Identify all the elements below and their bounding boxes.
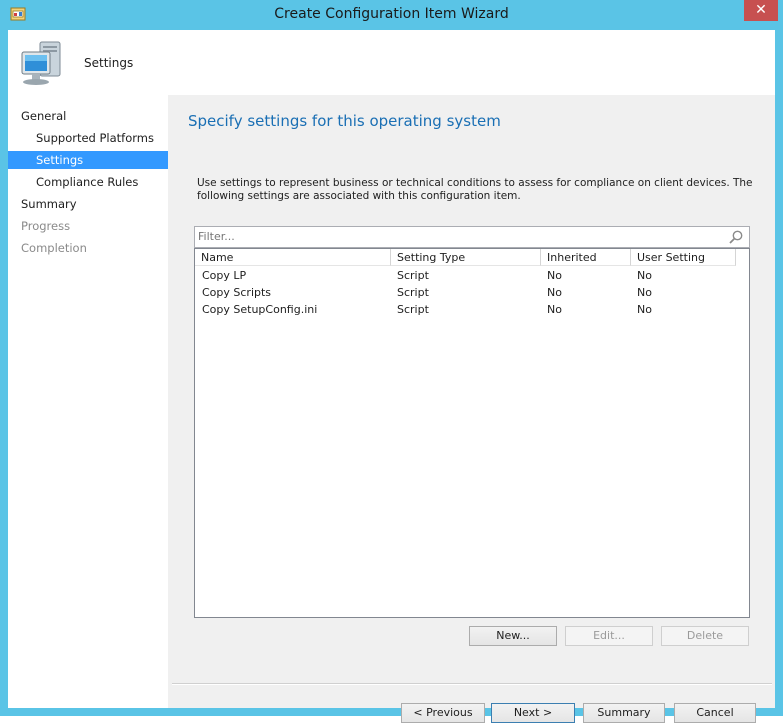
table-row[interactable]: Copy Scripts Script No No xyxy=(195,284,749,301)
wizard-content: Specify settings for this operating syst… xyxy=(168,95,775,723)
window-title: Create Configuration Item Wizard xyxy=(274,6,509,22)
nav-item-summary[interactable]: Summary xyxy=(8,195,168,213)
nav-item-compliance-rules[interactable]: Compliance Rules xyxy=(8,173,168,191)
cell-name: Copy LP xyxy=(202,269,247,282)
nav-item-progress: Progress xyxy=(21,219,71,233)
title-bar[interactable]: Create Configuration Item Wizard ✕ xyxy=(0,0,783,30)
computer-icon xyxy=(21,41,61,85)
wizard-nav: General Supported Platforms Settings Com… xyxy=(8,95,168,708)
wizard-header: Settings xyxy=(8,30,775,95)
cell-setting-type: Script xyxy=(397,303,429,316)
nav-item-supported-platforms[interactable]: Supported Platforms xyxy=(8,129,168,147)
wizard-window: Create Configuration Item Wizard ✕ Setti… xyxy=(0,0,783,723)
cell-user-setting: No xyxy=(637,286,652,299)
header-label: Settings xyxy=(84,56,134,70)
previous-button[interactable]: < Previous xyxy=(401,703,485,723)
column-header-inherited[interactable]: Inherited xyxy=(541,249,631,266)
column-header-setting-type[interactable]: Setting Type xyxy=(391,249,541,266)
wizard-client-area: Settings General Supported Platforms Set… xyxy=(8,30,775,723)
cancel-button[interactable]: Cancel xyxy=(674,703,756,723)
cell-user-setting: No xyxy=(637,269,652,282)
cell-name: Copy SetupConfig.ini xyxy=(202,303,318,316)
footer-separator xyxy=(172,683,772,685)
cell-inherited: No xyxy=(547,269,562,282)
search-icon[interactable] xyxy=(728,229,744,245)
cell-name: Copy Scripts xyxy=(202,286,272,299)
cell-user-setting: No xyxy=(637,303,652,316)
settings-list[interactable]: Name Setting Type Inherited User Setting… xyxy=(194,248,750,618)
table-row[interactable]: Copy LP Script No No xyxy=(195,267,749,284)
close-button[interactable]: ✕ xyxy=(744,0,778,21)
list-header: Name Setting Type Inherited User Setting xyxy=(195,249,749,267)
delete-button[interactable]: Delete xyxy=(661,626,749,646)
page-description: Use settings to represent business or te… xyxy=(197,177,753,202)
cell-inherited: No xyxy=(547,303,562,316)
cell-setting-type: Script xyxy=(397,269,429,282)
edit-button[interactable]: Edit... xyxy=(565,626,653,646)
summary-button[interactable]: Summary xyxy=(583,703,665,723)
page-title: Specify settings for this operating syst… xyxy=(188,112,501,130)
next-button[interactable]: Next > xyxy=(491,703,575,723)
nav-item-settings[interactable]: Settings xyxy=(8,151,168,169)
cell-inherited: No xyxy=(547,286,562,299)
filter-box[interactable] xyxy=(194,226,750,248)
column-header-user-setting[interactable]: User Setting xyxy=(631,249,736,266)
nav-item-completion: Completion xyxy=(21,241,87,255)
filter-input[interactable] xyxy=(198,228,718,245)
column-header-name[interactable]: Name xyxy=(195,249,391,266)
cell-setting-type: Script xyxy=(397,286,429,299)
nav-item-general[interactable]: General xyxy=(8,107,168,125)
new-button[interactable]: New... xyxy=(469,626,557,646)
table-row[interactable]: Copy SetupConfig.ini Script No No xyxy=(195,301,749,318)
